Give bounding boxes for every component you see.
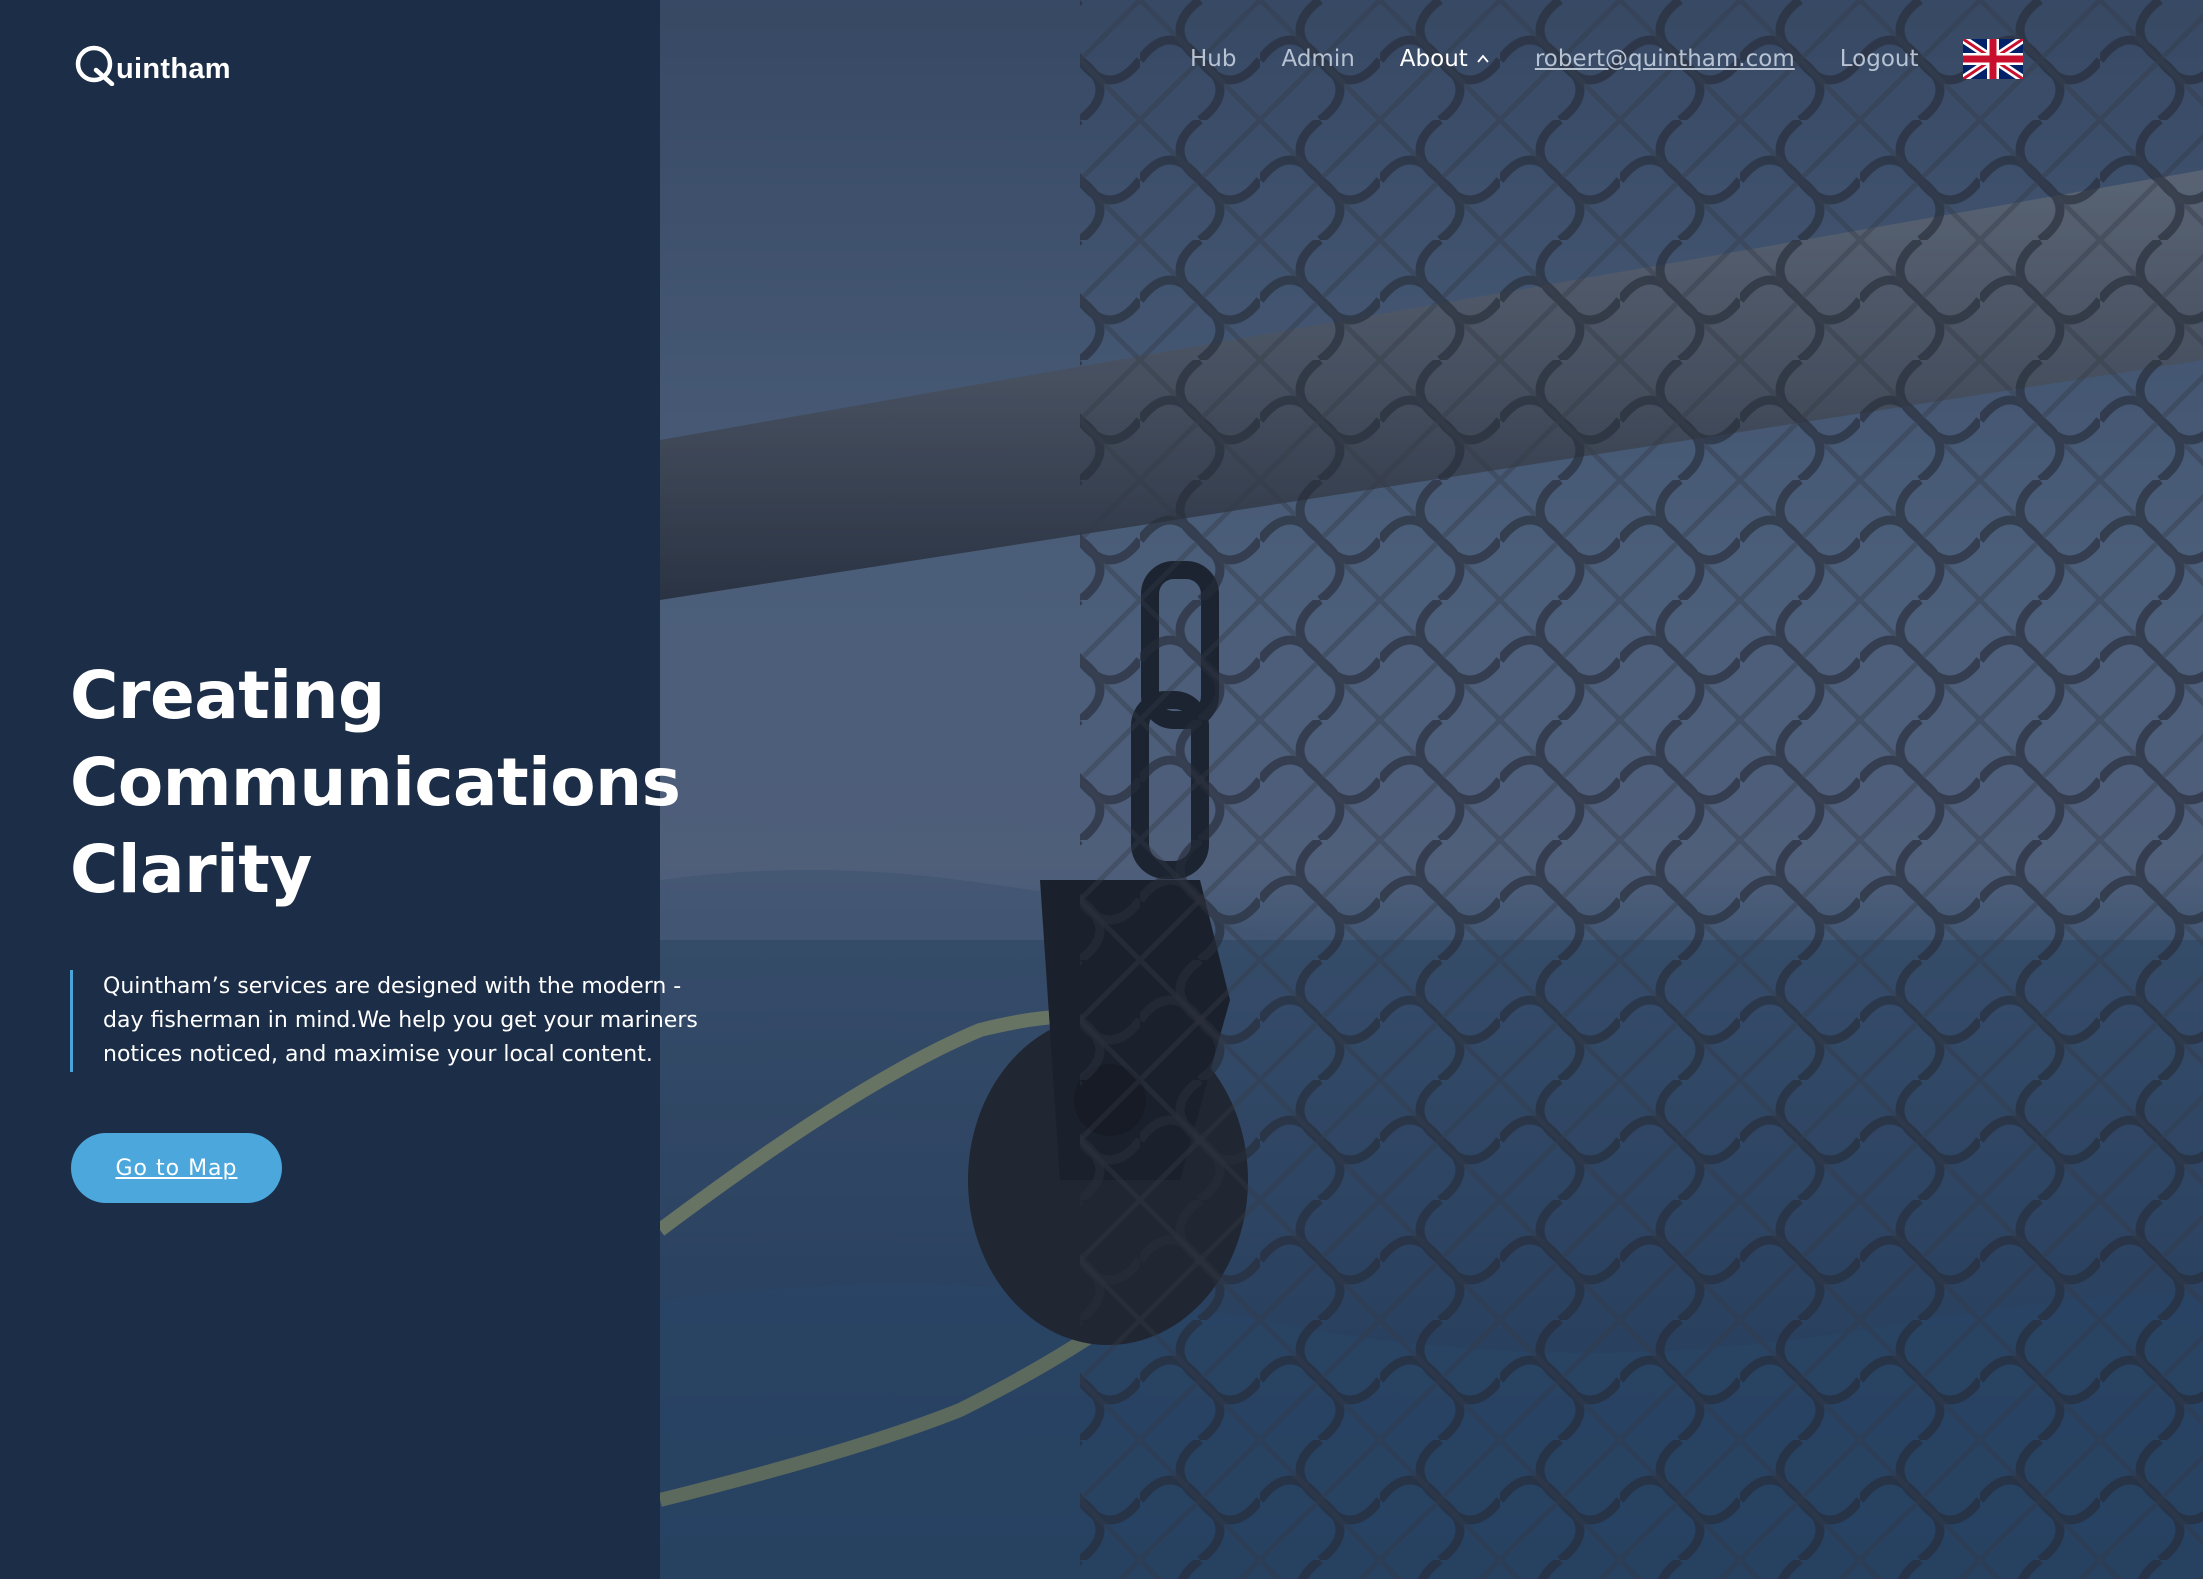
fishing-boat-pulley-illustration	[660, 0, 2203, 1579]
hero-description: Quintham’s services are designed with th…	[70, 970, 743, 1072]
logo[interactable]: uintham	[74, 36, 231, 86]
top-nav: Hub Admin About robert@quintham.com Logo…	[1190, 38, 2024, 80]
logo-text: uintham	[116, 53, 231, 85]
headline-line: Clarity	[70, 831, 312, 908]
description-line: day fisherman in mind.We help you get yo…	[103, 1008, 698, 1033]
hero-headline: Creating Communications Clarity	[70, 652, 770, 913]
chevron-up-icon	[1477, 54, 1489, 63]
nav-admin-link[interactable]: Admin	[1281, 46, 1354, 72]
nav-about-dropdown[interactable]: About	[1400, 46, 1490, 72]
nav-logout-link[interactable]: Logout	[1840, 46, 1919, 72]
go-to-map-button[interactable]: Go to Map	[71, 1133, 282, 1203]
quintham-q-logo-icon	[75, 45, 115, 86]
description-line: notices noticed, and maximise your local…	[103, 1042, 653, 1067]
nav-hub-link[interactable]: Hub	[1190, 46, 1236, 72]
nav-user-email-link[interactable]: robert@quintham.com	[1535, 46, 1795, 72]
description-line: Quintham’s services are designed with th…	[103, 974, 682, 999]
uk-flag-icon[interactable]	[1963, 39, 2024, 79]
headline-line: Communications	[70, 744, 681, 821]
nav-about-label: About	[1399, 46, 1468, 72]
hero-background-image	[660, 0, 2203, 1579]
headline-line: Creating	[70, 657, 385, 734]
